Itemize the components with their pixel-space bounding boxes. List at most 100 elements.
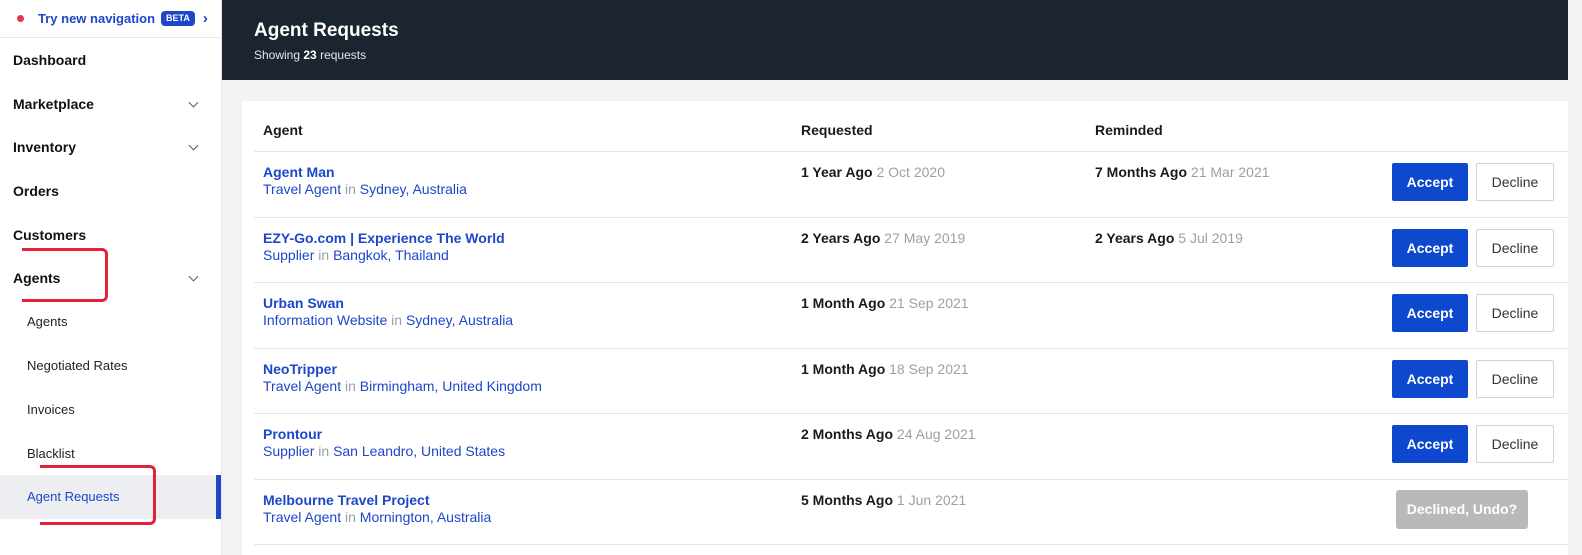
sidebar-subitem-label: Agent Requests (27, 489, 120, 505)
chevron-down-icon (188, 97, 199, 108)
accept-button[interactable]: Accept (1392, 294, 1468, 332)
column-header-agent: Agent (263, 122, 303, 138)
decline-button[interactable]: Decline (1476, 425, 1554, 463)
agent-city-link[interactable]: San Leandro (333, 443, 413, 459)
agent-name-link[interactable]: EZY-Go.com | Experience The World (263, 230, 505, 246)
agent-name-link[interactable]: Agent Man (263, 164, 335, 180)
chevron-right-icon: › (202, 10, 208, 27)
table-row: Melbourne Travel Project Travel Agent in… (254, 480, 1568, 545)
reminded-cell: 7 Months Ago 21 Mar 2021 (1095, 164, 1270, 180)
accept-button[interactable]: Accept (1392, 163, 1468, 201)
agent-country-link[interactable]: United Kingdom (442, 378, 542, 394)
agent-city-link[interactable]: Mornington (360, 509, 430, 525)
sidebar-subitem-label: Agents (27, 314, 68, 330)
page-header: Agent Requests Showing 23 requests (222, 0, 1568, 80)
showing-prefix: Showing (254, 48, 301, 62)
declined-undo-button[interactable]: Declined, Undo? (1396, 489, 1528, 529)
requested-date: 2 Oct 2020 (876, 164, 945, 180)
sidebar-item-agents[interactable]: Agents (0, 256, 221, 300)
table-row: Agent Man Travel Agent in Sydney, Austra… (254, 152, 1568, 218)
requested-cell: 1 Year Ago 2 Oct 2020 (801, 164, 945, 180)
accept-button[interactable]: Accept (1392, 228, 1468, 267)
reminded-date: 21 Mar 2021 (1190, 164, 1270, 180)
sidebar-item-label: Agents (13, 270, 61, 287)
column-header-requested: Requested (801, 122, 873, 138)
requested-cell: 2 Years Ago 27 May 2019 (801, 230, 965, 246)
in-word: in (344, 181, 356, 197)
table-row: Prontour Supplier in San Leandro, United… (254, 414, 1568, 480)
sidebar-subitem-invoices[interactable]: Invoices (0, 388, 221, 432)
sidebar: Try new navigation BETA › Dashboard Mark… (0, 0, 222, 555)
status-dot-icon (17, 15, 24, 22)
sidebar-subitem-agents[interactable]: Agents (0, 300, 221, 344)
reminded-date: 5 Jul 2019 (1178, 229, 1243, 246)
agent-name-link[interactable]: Urban Swan (263, 295, 344, 311)
agent-city-link[interactable]: Sydney (406, 312, 452, 328)
chevron-down-icon (188, 140, 199, 151)
decline-button[interactable]: Decline (1476, 359, 1554, 398)
agent-city-link[interactable]: Bangkok (333, 247, 387, 263)
agent-city-link[interactable]: Sydney (360, 181, 406, 197)
agent-type-link[interactable]: Travel Agent (263, 509, 341, 525)
sidebar-item-customers[interactable]: Customers (0, 213, 221, 257)
agent-details: Supplier in Bangkok, Thailand (263, 246, 449, 263)
page-title: Agent Requests (254, 20, 399, 41)
table-header: Agent Requested Reminded (254, 101, 1568, 152)
sidebar-subitem-negotiated-rates[interactable]: Negotiated Rates (0, 344, 221, 388)
agent-country-link[interactable]: Australia (459, 312, 513, 328)
sidebar-item-inventory[interactable]: Inventory (0, 125, 221, 169)
requested-cell: 2 Months Ago 24 Aug 2021 (801, 426, 976, 442)
sidebar-subitem-label: Invoices (27, 401, 75, 417)
agent-city-link[interactable]: Birmingham (360, 378, 435, 394)
requested-date: 18 Sep 2021 (889, 360, 969, 377)
reminded-cell: 2 Years Ago 5 Jul 2019 (1095, 230, 1243, 246)
agent-country-link[interactable]: Australia (437, 509, 491, 525)
agent-country-link[interactable]: Australia (412, 181, 466, 197)
requests-table: Agent Requested Reminded Agent Man Trave… (242, 101, 1568, 555)
in-word: in (318, 443, 330, 459)
agent-name-link[interactable]: NeoTripper (263, 361, 337, 377)
requested-cell: 1 Month Ago 18 Sep 2021 (801, 361, 969, 377)
requested-date: 27 May 2019 (884, 229, 966, 246)
sidebar-item-label: Orders (13, 182, 59, 199)
decline-button[interactable]: Decline (1476, 163, 1554, 201)
reminded-ago: 2 Years Ago (1095, 229, 1175, 246)
sidebar-item-dashboard[interactable]: Dashboard (0, 38, 221, 82)
showing-suffix: requests (320, 48, 367, 62)
in-word: in (318, 246, 330, 263)
agent-type-link[interactable]: Information Website (263, 312, 387, 328)
try-new-navigation-link[interactable]: Try new navigation BETA › (0, 0, 221, 38)
decline-button[interactable]: Decline (1476, 294, 1554, 332)
table-row: Urban Swan Information Website in Sydney… (254, 283, 1568, 349)
in-word: in (391, 312, 403, 328)
scrollbar[interactable] (1568, 0, 1582, 555)
beta-badge: BETA (161, 11, 195, 26)
sidebar-item-label: Marketplace (13, 95, 94, 112)
agent-country-link[interactable]: United States (421, 443, 505, 459)
requested-cell: 5 Months Ago 1 Jun 2021 (801, 492, 966, 508)
sidebar-item-label: Inventory (13, 139, 77, 156)
agent-type-link[interactable]: Travel Agent (263, 181, 341, 197)
agent-type-link[interactable]: Supplier (263, 247, 314, 263)
try-nav-label: Try new navigation (38, 11, 156, 26)
sidebar-subitem-label: Negotiated Rates (27, 358, 128, 374)
sidebar-subitem-agent-requests[interactable]: Agent Requests (0, 474, 221, 519)
count-value: 23 (303, 48, 317, 62)
agent-type-link[interactable]: Supplier (263, 443, 314, 459)
request-count: Showing 23 requests (254, 48, 1568, 62)
chevron-down-icon (188, 271, 199, 282)
decline-button[interactable]: Decline (1476, 228, 1554, 267)
accept-button[interactable]: Accept (1392, 359, 1468, 398)
sidebar-subitem-blacklist[interactable]: Blacklist (0, 431, 221, 475)
agent-details: Travel Agent in Birmingham, United Kingd… (263, 377, 542, 394)
agent-name-link[interactable]: Prontour (263, 426, 322, 442)
sidebar-item-orders[interactable]: Orders (0, 169, 221, 213)
sidebar-item-marketplace[interactable]: Marketplace (0, 82, 221, 126)
requested-ago: 1 Year Ago (801, 164, 873, 180)
agent-name-link[interactable]: Melbourne Travel Project (263, 492, 430, 508)
agent-country-link[interactable]: Thailand (395, 247, 449, 263)
accept-button[interactable]: Accept (1392, 425, 1468, 463)
agent-type-link[interactable]: Travel Agent (263, 378, 341, 394)
column-header-reminded: Reminded (1095, 122, 1163, 138)
agent-details: Travel Agent in Mornington, Australia (263, 508, 492, 525)
